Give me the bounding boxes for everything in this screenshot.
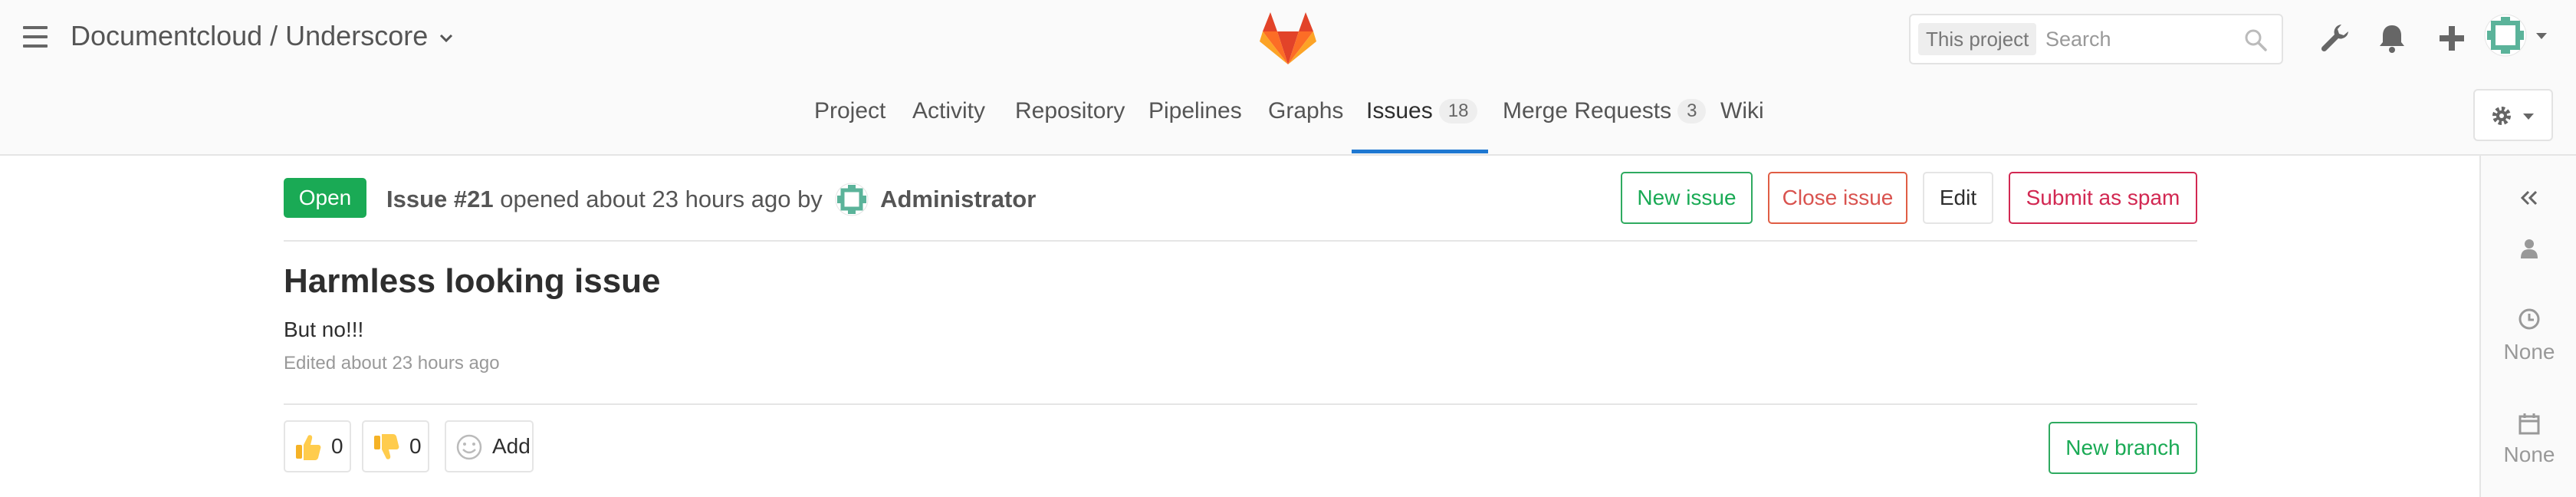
project-title[interactable]: Documentcloud / Underscore	[71, 20, 454, 52]
tab-wiki[interactable]: Wiki	[1720, 98, 1764, 124]
add-award-button[interactable]: Add	[445, 420, 534, 472]
project-title-text[interactable]: Documentcloud / Underscore	[71, 20, 428, 51]
caret-down-icon	[2523, 114, 2534, 120]
author-name[interactable]: Administrator	[880, 186, 1036, 212]
tab-repository[interactable]: Repository	[1015, 98, 1125, 124]
issue-description: But no!!!	[284, 318, 364, 341]
tab-project[interactable]: Project	[814, 98, 886, 124]
issue-opened-text: opened about 23 hours ago by	[500, 186, 823, 212]
submit-spam-button[interactable]: Submit as spam	[2009, 172, 2197, 224]
thumbs-down-award-button[interactable]: 0	[362, 420, 429, 472]
thumbs-up-award-button[interactable]: 0	[284, 420, 351, 472]
search-input[interactable]: Search	[2045, 28, 2111, 51]
tab-issues[interactable]: Issues 18	[1366, 98, 1478, 124]
project-settings-button[interactable]	[2473, 89, 2553, 141]
active-tab-indicator	[1352, 150, 1488, 153]
thumbs-down-count: 0	[409, 434, 422, 458]
bell-icon[interactable]	[2375, 21, 2409, 55]
top-header: Documentcloud / Underscore This project …	[0, 0, 2576, 156]
user-avatar[interactable]	[2484, 14, 2527, 57]
tab-project-label[interactable]: Project	[814, 98, 886, 123]
merge-requests-count-badge: 3	[1677, 99, 1707, 123]
divider	[284, 240, 2197, 242]
gitlab-logo[interactable]	[1258, 11, 1318, 66]
issue-meta: Issue #21 opened about 23 hours ago by A…	[386, 183, 1036, 216]
new-branch-button[interactable]: New branch	[2049, 422, 2197, 474]
smiley-icon	[456, 434, 482, 460]
wrench-icon[interactable]	[2318, 21, 2352, 55]
milestone-clock-icon[interactable]	[2516, 306, 2542, 332]
tab-graphs-label[interactable]: Graphs	[1268, 98, 1343, 123]
search-icon[interactable]	[2243, 28, 2268, 52]
tab-activity-label[interactable]: Activity	[912, 98, 985, 123]
user-menu[interactable]	[2484, 14, 2553, 60]
issues-count-badge: 18	[1438, 99, 1478, 123]
search-box[interactable]: This project Search	[1909, 14, 2283, 64]
tab-wiki-label[interactable]: Wiki	[1720, 98, 1764, 123]
caret-down-icon[interactable]	[2535, 31, 2548, 41]
new-issue-button[interactable]: New issue	[1621, 172, 1753, 224]
tab-repository-label[interactable]: Repository	[1015, 98, 1125, 123]
tab-merge-requests[interactable]: Merge Requests 3	[1503, 98, 1707, 124]
assignee-icon[interactable]	[2516, 235, 2542, 262]
gear-icon	[2492, 107, 2511, 125]
right-sidebar: None None	[2479, 156, 2576, 497]
tab-merge-requests-label[interactable]: Merge Requests	[1503, 98, 1671, 123]
menu-icon[interactable]	[23, 26, 48, 49]
plus-icon[interactable]	[2435, 21, 2469, 55]
add-award-label: Add	[492, 434, 531, 458]
tab-graphs[interactable]: Graphs	[1268, 98, 1343, 124]
thumbs-up-count: 0	[331, 434, 343, 458]
due-date-value: None	[2503, 443, 2555, 466]
chevron-down-icon[interactable]	[439, 30, 454, 45]
issue-edited-text: Edited about 23 hours ago	[284, 353, 500, 374]
issue-title: Harmless looking issue	[284, 262, 661, 300]
collapse-sidebar-icon[interactable]	[2516, 185, 2542, 211]
author-avatar[interactable]	[835, 183, 869, 216]
tab-pipelines[interactable]: Pipelines	[1148, 98, 1242, 124]
issue-number: Issue #21	[386, 186, 494, 212]
milestone-value: None	[2503, 340, 2555, 364]
edit-button[interactable]: Edit	[1923, 172, 1993, 224]
thumbs-up-icon	[296, 435, 321, 460]
thumbs-down-icon	[374, 434, 399, 459]
tab-pipelines-label[interactable]: Pipelines	[1148, 98, 1242, 123]
status-badge: Open	[284, 178, 366, 218]
divider	[284, 403, 2197, 405]
tab-issues-label[interactable]: Issues	[1366, 98, 1433, 123]
search-scope-badge[interactable]: This project	[1918, 23, 2037, 55]
calendar-icon[interactable]	[2516, 410, 2542, 436]
close-issue-button[interactable]: Close issue	[1768, 172, 1907, 224]
tab-activity[interactable]: Activity	[912, 98, 985, 124]
